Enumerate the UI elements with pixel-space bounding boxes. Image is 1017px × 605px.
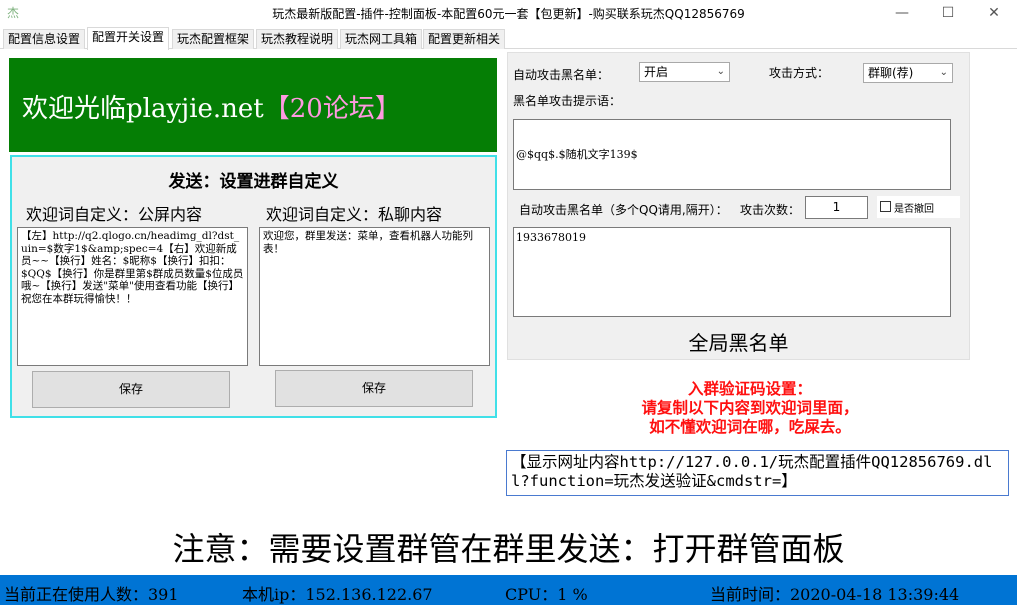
tab-tutorial[interactable]: 玩杰教程说明: [256, 29, 339, 49]
tip-label: 黑名单攻击提示语：: [513, 94, 622, 108]
blacklist-panel: 自动攻击黑名单： 开启 ⌄ 攻击方式： 群聊(荐) ⌄ 黑名单攻击提示语： @$qq…: [507, 52, 970, 360]
chevron-down-icon: ⌄: [939, 67, 948, 78]
window-title: 玩杰最新版配置-插件-控制面板-本配置60元一套【包更新】-购买联系玩杰QQ12…: [272, 7, 745, 21]
private-welcome-textarea[interactable]: 欢迎您，群里发送：菜单，查看机器人功能列表！: [259, 227, 490, 366]
attack-count-label: 攻击次数：: [740, 203, 801, 217]
recall-option[interactable]: 是否撤回: [877, 196, 960, 218]
status-bar: 当前正在使用人数：391 本机ip：152.136.122.67 CPU：1 %…: [0, 575, 1017, 605]
send-panel-title: 发送：设置进群自定义: [168, 172, 339, 192]
auto-attack-label: 自动攻击黑名单：: [513, 68, 610, 82]
attack-mode-select[interactable]: 群聊(荐) ⌄: [863, 63, 953, 83]
attack-count-input[interactable]: 1: [805, 196, 868, 219]
maximize-icon: ☐: [941, 5, 955, 21]
blacklist-textarea[interactable]: 1933678019: [513, 227, 951, 317]
tip-textarea[interactable]: @$qq$.$随机文字139$: [513, 119, 951, 190]
chevron-down-icon: ⌄: [716, 66, 725, 77]
verify-line-1: 入群验证码设置：: [687, 379, 812, 398]
maximize-button[interactable]: ☐: [925, 0, 971, 27]
cpu-status: CPU：1 %: [505, 585, 588, 604]
tab-config-switch[interactable]: 配置开关设置: [87, 27, 170, 50]
blacklist-label: 自动攻击黑名单（多个QQ请用,隔开）：: [519, 203, 728, 217]
tab-bar: 配置信息设置 配置开关设置 玩杰配置框架 玩杰教程说明 玩杰网工具箱 配置更新相…: [0, 27, 1017, 50]
verify-code-field[interactable]: 【显示网址内容http://127.0.0.1/玩杰配置插件QQ12856769…: [506, 450, 1009, 496]
tab-toolbox[interactable]: 玩杰网工具箱: [340, 29, 423, 49]
welcome-banner: 欢迎光临playjie.net【20论坛】: [9, 58, 497, 152]
attack-mode-value: 群聊(荐): [868, 66, 914, 80]
time-status: 当前时间：2020-04-18 13:39:44: [710, 585, 960, 604]
public-welcome-textarea[interactable]: 【左】http://q2.qlogo.cn/headimg_dl?dst_uin…: [17, 227, 248, 366]
banner-forum-text: 【20论坛】: [263, 94, 401, 124]
admin-notice: 注意：需要设置群管在群里发送：打开群管面板: [172, 530, 845, 568]
recall-label: 是否撤回: [894, 204, 934, 215]
send-panel: 发送：设置进群自定义 欢迎词自定义：公屏内容 欢迎词自定义：私聊内容 【左】ht…: [10, 155, 497, 418]
close-icon: ✕: [988, 5, 1000, 21]
verify-line-3: 如不懂欢迎词在哪，吃屎去。: [649, 417, 851, 436]
tab-config-info[interactable]: 配置信息设置: [3, 29, 86, 49]
title-bar: 杰 玩杰最新版配置-插件-控制面板-本配置60元一套【包更新】-购买联系玩杰QQ…: [0, 0, 1017, 27]
verify-line-2: 请复制以下内容到欢迎词里面，: [641, 398, 859, 417]
global-blacklist-label: 全局黑名单: [688, 331, 789, 355]
tab-framework[interactable]: 玩杰配置框架: [172, 29, 255, 49]
auto-attack-value: 开启: [644, 65, 669, 79]
private-welcome-label: 欢迎词自定义：私聊内容: [266, 205, 443, 224]
save-public-button[interactable]: 保存: [32, 371, 230, 408]
banner-main-text: 欢迎光临playjie.net: [22, 94, 264, 124]
auto-attack-select[interactable]: 开启 ⌄: [639, 62, 730, 82]
attack-mode-label: 攻击方式：: [769, 66, 830, 80]
minimize-icon: —: [895, 5, 909, 21]
public-welcome-label: 欢迎词自定义：公屏内容: [26, 205, 203, 224]
save-private-button[interactable]: 保存: [275, 370, 473, 407]
ip-status: 本机ip：152.136.122.67: [242, 585, 433, 604]
user-count-status: 当前正在使用人数：391: [4, 585, 179, 604]
verify-instructions: 入群验证码设置： 请复制以下内容到欢迎词里面， 如不懂欢迎词在哪，吃屎去。: [580, 379, 920, 436]
tab-update[interactable]: 配置更新相关: [423, 29, 506, 49]
banner-text: 欢迎光临playjie.net【20论坛】: [22, 88, 401, 125]
minimize-button[interactable]: —: [879, 0, 925, 27]
recall-checkbox[interactable]: [880, 201, 891, 212]
close-button[interactable]: ✕: [971, 0, 1017, 27]
